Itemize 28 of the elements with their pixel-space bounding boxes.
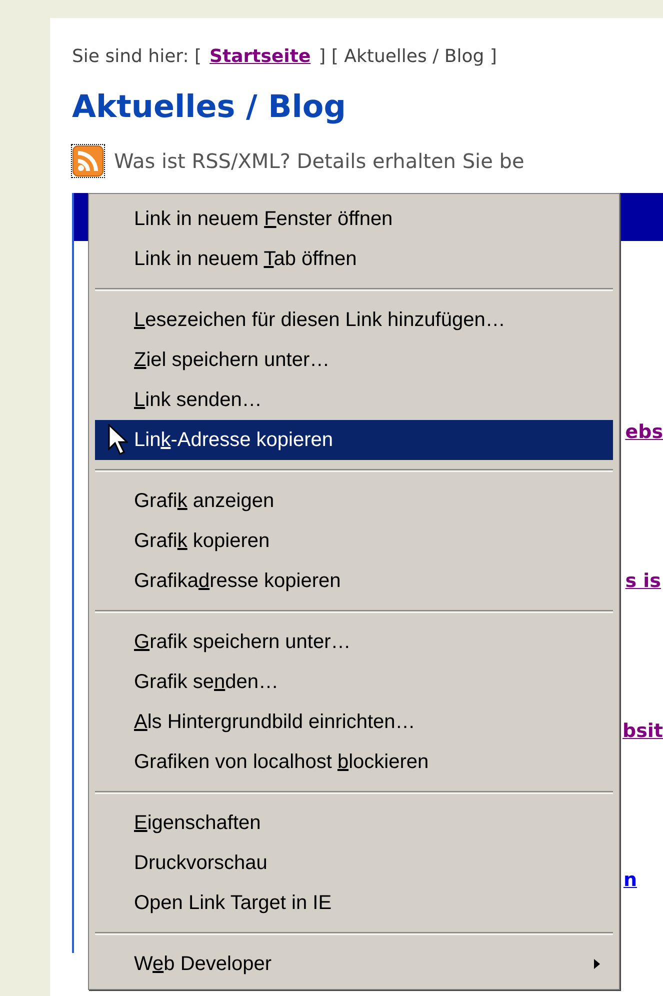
breadcrumb-link[interactable]: Startseite	[210, 46, 311, 67]
menu-item[interactable]: Ziel speichern unter…	[95, 340, 613, 380]
menu-item[interactable]: Grafik senden…	[95, 662, 613, 702]
rss-note: Was ist RSS/XML? Details erhalten Sie be	[114, 149, 524, 173]
menu-item[interactable]: Link-Adresse kopieren	[95, 420, 613, 460]
menu-item[interactable]: Als Hintergrundbild einrichten…	[95, 702, 613, 742]
menu-item[interactable]: Grafiken von localhost blockieren	[95, 742, 613, 782]
menu-item[interactable]: Link in neuem Fenster öffnen	[95, 199, 613, 239]
menu-item[interactable]: Web Developer	[95, 944, 613, 984]
breadcrumb-label: Sie sind hier: [	[72, 46, 202, 67]
post-link[interactable]: s is	[625, 570, 661, 592]
menu-item[interactable]: Grafik anzeigen	[95, 481, 613, 521]
post-link[interactable]: bsit	[622, 720, 663, 742]
menu-item[interactable]: Druckvorschau	[95, 843, 613, 883]
menu-item[interactable]: Open Link Target in IE	[95, 883, 613, 923]
page-heading: Aktuelles / Blog	[72, 89, 347, 125]
menu-item[interactable]: Link in neuem Tab öffnen	[95, 239, 613, 279]
menu-item[interactable]: Eigenschaften	[95, 803, 613, 843]
menu-item[interactable]: Grafikadresse kopieren	[95, 561, 613, 601]
post-link[interactable]: ebs	[625, 421, 663, 443]
mouse-pointer-icon	[108, 424, 128, 456]
breadcrumb-label: ] [ Aktuelles / Blog ]	[318, 46, 497, 67]
menu-item[interactable]: Grafik speichern unter…	[95, 622, 613, 662]
post-link[interactable]: n	[623, 868, 637, 891]
menu-item[interactable]: Link senden…	[95, 380, 613, 420]
menu-item[interactable]: Grafik kopieren	[95, 521, 613, 561]
menu-item[interactable]: Lesezeichen für diesen Link hinzufügen…	[95, 300, 613, 340]
rss-icon[interactable]	[72, 145, 104, 177]
